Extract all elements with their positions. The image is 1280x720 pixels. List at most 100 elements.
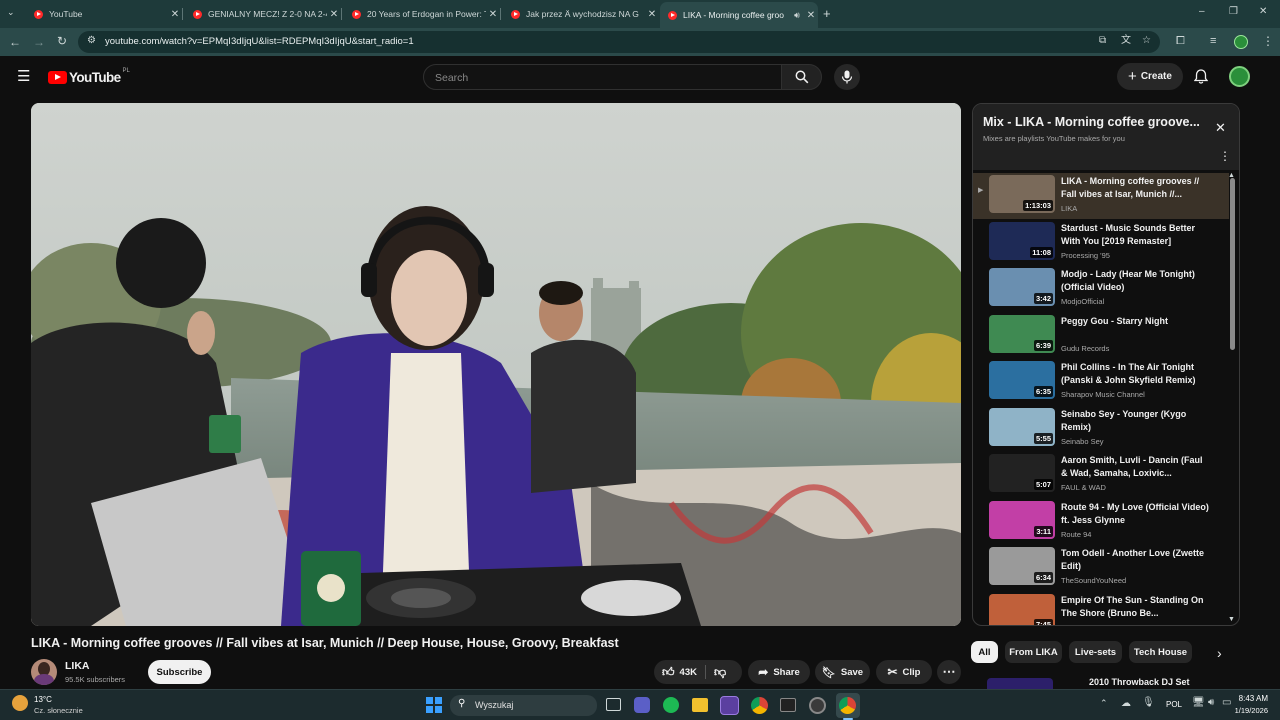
taskbar-search[interactable]: ⚲ Wyszukaj (450, 695, 597, 716)
playlist-more-icon[interactable]: ⋮ (1219, 150, 1231, 162)
account-avatar[interactable] (1229, 66, 1250, 87)
tab-youtube[interactable]: YouTube ✕ (26, 4, 182, 24)
tray-app-icon[interactable]: ☁ (1121, 699, 1131, 709)
playlist-item[interactable]: 3:42 Modjo - Lady (Hear Me Tonight) (Offi… (973, 266, 1229, 312)
next-video-title[interactable]: 2010 Throwback DJ Set (1089, 677, 1190, 687)
tab-erdogan[interactable]: 20 Years of Erdogan in Power: T ✕ (344, 4, 500, 24)
playlist-thumbnail[interactable]: 6:35 (989, 361, 1055, 399)
extensions-icon[interactable]: ⧠ (1176, 36, 1185, 47)
search-input[interactable]: Search (423, 64, 782, 90)
terminal-icon[interactable] (780, 698, 796, 712)
chrome-active-icon[interactable] (839, 697, 856, 714)
playlist-item[interactable]: 6:34 Tom Odell - Another Love (Zwette Edi… (973, 545, 1229, 591)
playlist-item[interactable]: 5:55 Seinabo Sey - Younger (Kygo Remix) Se… (973, 406, 1229, 452)
close-window-icon[interactable]: ✕ (1259, 7, 1267, 17)
minimize-icon[interactable]: – (1199, 7, 1205, 17)
playlist-thumbnail[interactable]: 6:39 (989, 315, 1055, 353)
tab-jak-przez[interactable]: Jak przez Ä wychodzisz NA G ✕ (503, 4, 659, 24)
share-button[interactable]: ➦ Share (748, 660, 810, 684)
like-icon[interactable]: 👍︎ (662, 665, 675, 680)
site-info-icon[interactable]: ⚙︎ (87, 36, 96, 46)
address-bar[interactable]: ⚙︎ youtube.com/watch?v=EPMqI3dIjqU&list=… (78, 31, 1160, 53)
chips-next-icon[interactable]: › (1217, 646, 1222, 660)
create-button[interactable]: + Create (1117, 63, 1183, 90)
chip-from-lika[interactable]: From LIKA (1005, 641, 1062, 663)
profile-avatar[interactable] (1234, 35, 1248, 49)
close-tab-icon[interactable]: ✕ (486, 9, 500, 20)
subscribe-button[interactable]: Subscribe (148, 660, 211, 684)
playlist-scrollbar[interactable] (1230, 178, 1235, 350)
youtube-logo[interactable]: YouTube PL (48, 68, 130, 85)
weather-temp[interactable]: 13°C (34, 695, 52, 704)
speaker-icon[interactable]: 🔊︎ (790, 10, 804, 21)
playlist-thumbnail[interactable]: 7:45 (989, 594, 1055, 625)
close-playlist-icon[interactable]: ✕ (1215, 121, 1226, 134)
playlist-item-current[interactable]: ▶ 1:13:03 LIKA - Morning coffee grooves //… (973, 173, 1229, 219)
clock-date[interactable]: 1/19/2026 (1226, 706, 1268, 715)
clock-time[interactable]: 8:43 AM (1236, 694, 1268, 703)
playlist-item[interactable]: 3:11 Route 94 - My Love (Official Video) … (973, 499, 1229, 545)
playlist-item[interactable]: 7:45 Empire Of The Sun - Standing On The … (973, 592, 1229, 625)
chip-live-sets[interactable]: Live-sets (1069, 641, 1122, 663)
channel-name[interactable]: LIKA (65, 660, 90, 672)
search-button[interactable] (781, 64, 822, 90)
playlist-thumbnail[interactable]: 5:07 (989, 454, 1055, 492)
voice-search-button[interactable] (834, 64, 860, 90)
playlist-item[interactable]: 5:07 Aaron Smith, Luvli - Dancin (Faul & … (973, 452, 1229, 498)
playlist-item[interactable]: 6:39 Peggy Gou - Starry Night Gudu Records (973, 313, 1229, 359)
close-tab-icon[interactable]: ✕ (168, 9, 182, 20)
volume-icon[interactable]: 🔊︎ (1208, 698, 1214, 708)
keyboard-language[interactable]: POL (1166, 700, 1182, 709)
tray-microphone-icon[interactable]: 🎙︎ (1142, 698, 1155, 708)
reload-icon[interactable]: ↻ (57, 35, 67, 47)
hamburger-menu-icon[interactable]: ☰ (17, 69, 30, 84)
scroll-down-icon[interactable]: ▼ (1228, 616, 1235, 623)
spotify-icon[interactable] (663, 697, 679, 713)
network-icon[interactable]: 🖥︎ (1192, 698, 1205, 708)
playlist-thumbnail[interactable]: 1:13:03 (989, 175, 1055, 213)
scroll-up-icon[interactable]: ▲ (1228, 172, 1235, 179)
playlist-item[interactable]: 6:35 Phil Collins - In The Air Tonight (P… (973, 359, 1229, 405)
tab-mecz[interactable]: GENIALNY MECZ! Z 2-0 NA 2-4 ✕ (185, 4, 341, 24)
playlist-thumbnail[interactable]: 3:42 (989, 268, 1055, 306)
tray-overflow-icon[interactable]: ⌃ (1100, 699, 1108, 708)
restore-icon[interactable]: ❐ (1229, 7, 1238, 17)
chrome-menu-icon[interactable]: ⋮ (1262, 35, 1274, 47)
tab-lika-active[interactable]: LIKA - Morning coffee groo 🔊︎ ✕ (660, 2, 818, 28)
playlist-thumbnail[interactable]: 11:08 (989, 222, 1055, 260)
like-count[interactable]: 43K (680, 667, 697, 678)
install-app-icon[interactable]: ⧉ (1099, 36, 1106, 46)
chrome-icon[interactable] (751, 697, 768, 714)
task-view-icon[interactable] (606, 698, 621, 711)
back-icon[interactable]: ← (9, 36, 21, 48)
chip-tech-house[interactable]: Tech House (1129, 641, 1192, 663)
close-tab-icon[interactable]: ✕ (645, 9, 659, 20)
playlist-item[interactable]: 11:08 Stardust - Music Sounds Better With… (973, 220, 1229, 266)
bookmark-star-icon[interactable]: ☆ (1142, 36, 1151, 46)
app-icon[interactable] (809, 697, 826, 714)
windows-start-icon[interactable] (426, 697, 442, 713)
next-video-thumbnail[interactable] (987, 678, 1053, 689)
playlist-thumbnail[interactable]: 5:55 (989, 408, 1055, 446)
close-tab-icon[interactable]: ✕ (804, 10, 818, 21)
forward-icon[interactable]: → (33, 36, 45, 48)
notifications-bell-icon[interactable] (1194, 69, 1208, 84)
translate-icon[interactable]: 文 (1121, 36, 1131, 46)
tab-search-icon[interactable]: ⌄ (7, 8, 15, 17)
tab-groups-icon[interactable]: ≡ (1210, 36, 1216, 47)
weather-icon[interactable] (12, 695, 28, 711)
video-player[interactable] (31, 103, 961, 626)
save-button[interactable]: 🔖︎ Save (815, 660, 870, 684)
playlist-thumbnail[interactable]: 6:34 (989, 547, 1055, 585)
dislike-icon[interactable]: 👎︎ (714, 665, 726, 680)
more-actions-button[interactable]: ⋯ (937, 660, 961, 684)
clip-button[interactable]: ✂ Clip (876, 660, 932, 684)
file-explorer-icon[interactable] (692, 698, 708, 712)
close-tab-icon[interactable]: ✕ (327, 9, 341, 20)
new-tab-icon[interactable]: + (823, 7, 831, 20)
app-launcher-icon[interactable] (720, 696, 739, 715)
playlist-thumbnail[interactable]: 3:11 (989, 501, 1055, 539)
chip-all[interactable]: All (971, 641, 998, 663)
teams-icon[interactable] (634, 697, 650, 713)
channel-avatar[interactable] (31, 659, 57, 685)
